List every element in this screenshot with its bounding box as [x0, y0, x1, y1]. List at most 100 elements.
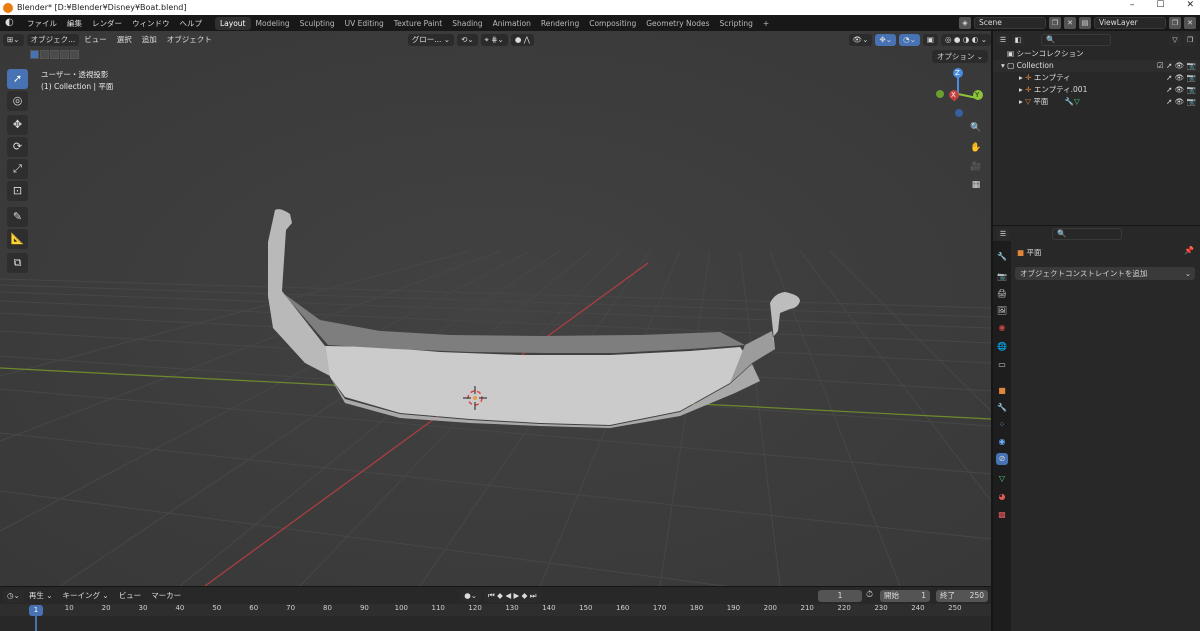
- camera-view-icon[interactable]: 🎥: [968, 159, 984, 175]
- menu-timeline-view[interactable]: ビュー: [114, 590, 147, 601]
- select-invert-icon[interactable]: [60, 50, 69, 59]
- select-box-tool-icon[interactable]: ➚: [7, 69, 28, 89]
- texture-tab-icon[interactable]: ▩: [996, 509, 1008, 521]
- timeline-editor-type-icon[interactable]: ◷⌄: [3, 589, 24, 602]
- cursor-tool-icon[interactable]: ◎: [7, 91, 28, 111]
- properties-editor-type-icon[interactable]: ☰: [997, 228, 1009, 240]
- editor-type-button[interactable]: ⊞⌄: [3, 33, 24, 46]
- select-new-icon[interactable]: [30, 50, 39, 59]
- modifier-tab-icon[interactable]: 🔧: [996, 402, 1008, 414]
- gizmo-icon[interactable]: ✥⌄: [875, 33, 897, 46]
- viewlayer-icon[interactable]: ▤: [1079, 17, 1091, 29]
- menu-window[interactable]: ウィンドウ: [127, 18, 175, 29]
- frame-ruler[interactable]: 1 10 20 30 40 50 60 70 80 90 100 110 120 130 140 150 160…: [0, 604, 991, 616]
- ortho-grid-icon[interactable]: ▦: [968, 177, 984, 193]
- menu-select[interactable]: 選択: [112, 34, 137, 45]
- viewlayer-field[interactable]: ViewLayer: [1094, 17, 1166, 29]
- physics-tab-icon[interactable]: ◉: [996, 436, 1008, 448]
- mode-dropdown[interactable]: オブジェク...: [26, 33, 80, 46]
- scene-copy-icon[interactable]: ❐: [1049, 17, 1061, 29]
- xray-icon[interactable]: ▣: [922, 33, 938, 46]
- select-subtract-icon[interactable]: [50, 50, 59, 59]
- outliner-item-empty[interactable]: ▸ ✛ エンプティ ➚ 👁 📷: [993, 72, 1200, 84]
- viewlayer-delete-icon[interactable]: ✕: [1184, 17, 1196, 29]
- minimize-button[interactable]: –: [1130, 0, 1135, 10]
- current-frame-marker[interactable]: 1: [29, 605, 43, 616]
- pan-hand-icon[interactable]: ✋: [968, 140, 984, 156]
- select-extend-icon[interactable]: [40, 50, 49, 59]
- transform-tool-icon[interactable]: ⊡: [7, 181, 28, 201]
- scene-collection-row[interactable]: ▣ シーンコレクション: [993, 48, 1200, 60]
- scale-tool-icon[interactable]: ⤢: [7, 159, 28, 179]
- close-button[interactable]: ✕: [1186, 0, 1194, 10]
- outliner-editor-type-icon[interactable]: ☰: [997, 34, 1009, 46]
- new-collection-icon[interactable]: ❐: [1184, 34, 1196, 46]
- options-dropdown[interactable]: オプション ⌄: [931, 50, 988, 63]
- item-visibility[interactable]: ➚ 👁 📷: [1166, 72, 1196, 84]
- material-tab-icon[interactable]: ◕: [996, 491, 1008, 503]
- render-tab-icon[interactable]: 📷: [996, 271, 1008, 283]
- playhead-line[interactable]: [35, 616, 37, 631]
- proportional-edit-icon[interactable]: ● ⋀: [510, 33, 534, 46]
- mesh-data-icon[interactable]: ▽: [1074, 97, 1080, 106]
- tab-compositing[interactable]: Compositing: [584, 17, 641, 30]
- view-layer-tab-icon[interactable]: 🖼: [996, 305, 1008, 317]
- visibility-icon[interactable]: 👁⌄: [848, 33, 873, 46]
- menu-file[interactable]: ファイル: [22, 18, 62, 29]
- outliner-search-input[interactable]: 🔍: [1041, 34, 1111, 46]
- menu-playback[interactable]: 再生 ⌄: [24, 590, 58, 601]
- scene-delete-icon[interactable]: ✕: [1064, 17, 1076, 29]
- constraint-tab-icon[interactable]: ⊘: [996, 453, 1008, 465]
- filter-icon[interactable]: ▽: [1169, 34, 1181, 46]
- select-intersect-icon[interactable]: [70, 50, 79, 59]
- maximize-button[interactable]: ☐: [1156, 0, 1164, 10]
- tab-uv-editing[interactable]: UV Editing: [340, 17, 389, 30]
- outliner-item-empty-001[interactable]: ▸ ✛ エンプティ.001 ➚ 👁 📷: [993, 84, 1200, 96]
- display-mode-icon[interactable]: ◧: [1012, 34, 1024, 46]
- tab-sculpting[interactable]: Sculpting: [295, 17, 340, 30]
- tab-layout[interactable]: Layout: [215, 16, 251, 30]
- move-tool-icon[interactable]: ✥: [7, 115, 28, 135]
- snap-icon[interactable]: ⌖ ⋕⌄: [480, 33, 508, 46]
- transform-orientation-dropdown[interactable]: グロー... ⌄: [407, 33, 455, 46]
- pivot-point-icon[interactable]: ⟲⌄: [457, 33, 478, 46]
- tab-scripting[interactable]: Scripting: [715, 17, 758, 30]
- annotate-tool-icon[interactable]: ✎: [7, 207, 28, 227]
- collection-tab-icon[interactable]: ▭: [996, 359, 1008, 371]
- scene-icon[interactable]: ◈: [959, 17, 971, 29]
- menu-help[interactable]: ヘルプ: [175, 18, 208, 29]
- menu-view[interactable]: ビュー: [79, 34, 112, 45]
- collection-visibility[interactable]: ☑ ➚ 👁 📷: [1157, 60, 1196, 72]
- particles-tab-icon[interactable]: ⁘: [996, 419, 1008, 431]
- menu-edit[interactable]: 編集: [62, 18, 87, 29]
- overlay-icon[interactable]: ◔⌄: [899, 33, 920, 46]
- rotate-tool-icon[interactable]: ⟳: [7, 137, 28, 157]
- data-tab-icon[interactable]: ▽: [996, 473, 1008, 485]
- start-frame-field[interactable]: 開始 1: [880, 590, 930, 602]
- clock-icon[interactable]: ⏱: [866, 590, 873, 600]
- blender-menu-icon[interactable]: ◐: [5, 17, 19, 29]
- outliner-item-plane[interactable]: ▸ ▽ 平面 🔧▽ ➚ 👁 📷: [993, 96, 1200, 108]
- viewlayer-copy-icon[interactable]: ❐: [1169, 17, 1181, 29]
- menu-marker[interactable]: マーカー: [146, 590, 186, 601]
- menu-keying[interactable]: キーイング ⌄: [58, 590, 114, 601]
- menu-object[interactable]: オブジェクト: [162, 34, 217, 45]
- shading-modes-icon[interactable]: ◎ ● ◑ ◐ ⌄: [941, 33, 991, 46]
- scene-tab-icon[interactable]: ◉: [996, 322, 1008, 334]
- object-tab-icon[interactable]: ■: [996, 385, 1008, 397]
- menu-render[interactable]: レンダー: [87, 18, 127, 29]
- output-tab-icon[interactable]: 🖨: [996, 288, 1008, 300]
- add-workspace-button[interactable]: +: [758, 17, 774, 30]
- tool-tab-icon[interactable]: 🔧: [996, 251, 1008, 263]
- collection-row[interactable]: ▾ ▢ Collection ☑ ➚ 👁 📷: [993, 60, 1200, 72]
- 3d-viewport[interactable]: ⊞⌄ オブジェク... ビュー 選択 追加 オブジェクト グロー... ⌄ ⟲⌄…: [0, 31, 991, 586]
- tab-rendering[interactable]: Rendering: [536, 17, 584, 30]
- menu-add[interactable]: 追加: [137, 34, 162, 45]
- measure-tool-icon[interactable]: 📐: [7, 229, 28, 249]
- tab-animation[interactable]: Animation: [488, 17, 536, 30]
- current-frame-field[interactable]: 1: [818, 590, 862, 602]
- world-tab-icon[interactable]: 🌐: [996, 341, 1008, 353]
- item-visibility[interactable]: ➚ 👁 📷: [1166, 84, 1196, 96]
- properties-search-input[interactable]: 🔍: [1052, 228, 1122, 240]
- zoom-icon[interactable]: 🔍: [968, 120, 984, 136]
